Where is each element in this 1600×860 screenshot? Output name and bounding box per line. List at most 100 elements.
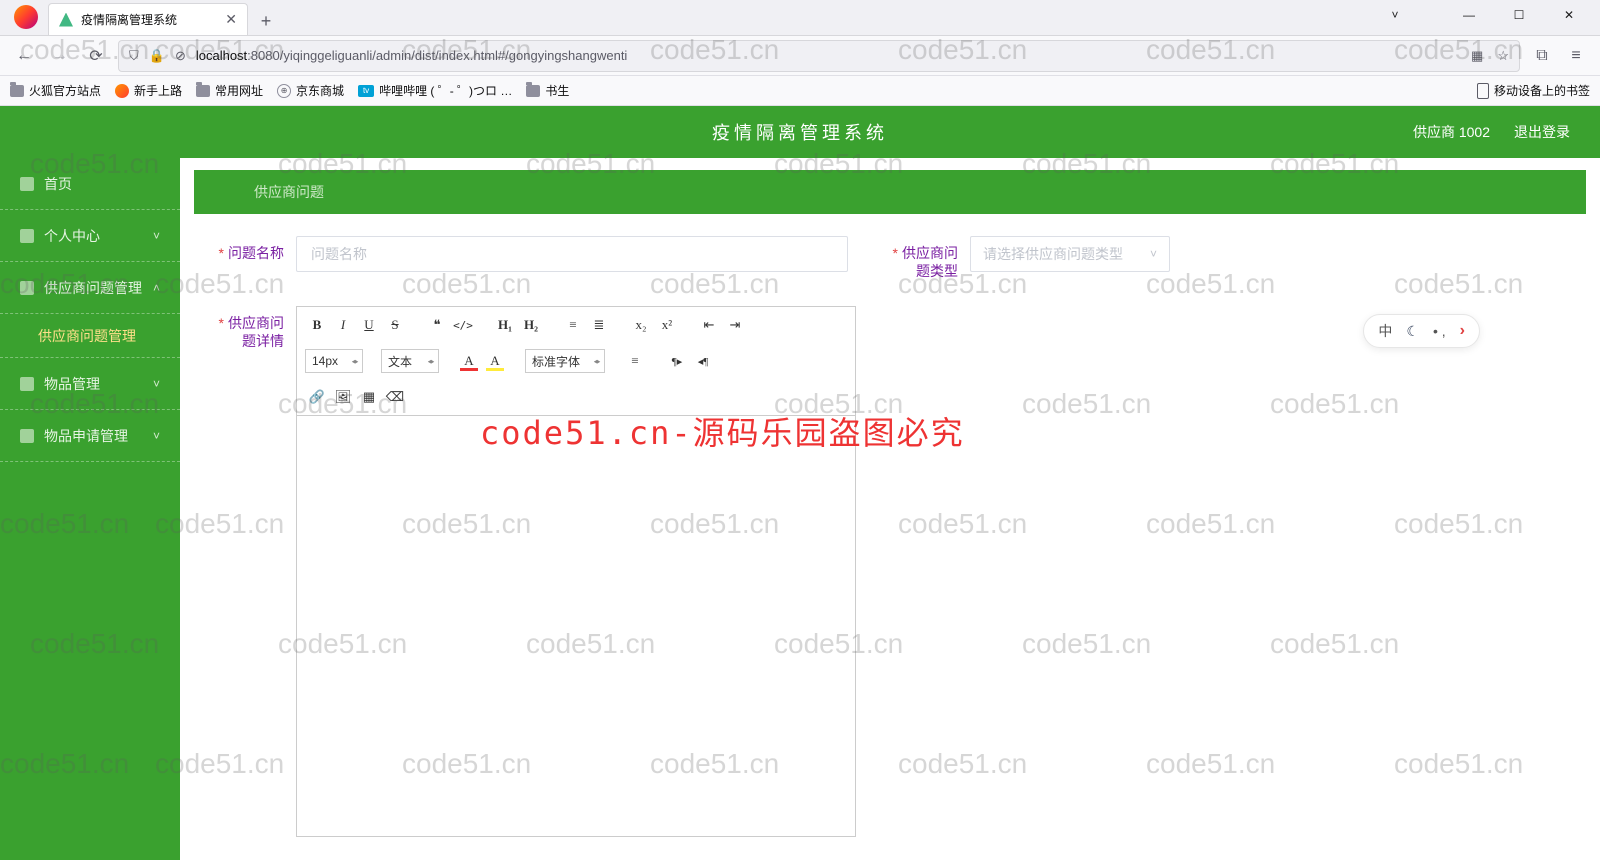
editor-strike-button[interactable]: S xyxy=(383,313,407,337)
field-label-question-name: *问题名称 xyxy=(204,236,284,262)
bookmark-firefox-official[interactable]: 火狐官方站点 xyxy=(10,82,101,99)
new-tab-button[interactable]: + xyxy=(252,7,280,35)
editor-text-color-button[interactable]: A xyxy=(457,349,481,373)
chevron-down-icon: ˅ xyxy=(153,429,160,443)
chevron-right-icon[interactable]: › xyxy=(1460,322,1465,340)
editor-indent-button[interactable]: ⇥ xyxy=(723,313,747,337)
editor-h2-button[interactable]: H₂ xyxy=(519,313,543,337)
editor-quote-button[interactable]: ❝ xyxy=(425,313,449,337)
editor-underline-button[interactable]: U xyxy=(357,313,381,337)
sidebar-item-label: 个人中心 xyxy=(44,226,100,246)
window-close-button[interactable]: ✕ xyxy=(1546,1,1592,29)
editor-bg-color-button[interactable]: A xyxy=(483,349,507,373)
bookmark-common-sites[interactable]: 常用网址 xyxy=(196,82,263,99)
window-minimize-button[interactable]: — xyxy=(1446,1,1492,29)
sidebar-item-goods-apply-mgmt[interactable]: 物品申请管理 ˅ xyxy=(0,410,180,462)
sidebar-item-goods-mgmt[interactable]: 物品管理 ˅ xyxy=(0,358,180,410)
lock-icon: 🔒 xyxy=(149,48,165,64)
form-area: *问题名称 *供应商问 题类型 请选择供应商问题类型 ˅ xyxy=(194,214,1586,837)
window-chevron-icon[interactable]: ˅ xyxy=(1372,1,1418,29)
globe-icon: ⊕ xyxy=(277,84,291,98)
box-icon xyxy=(20,377,34,391)
tab-title: 疫情隔离管理系统 xyxy=(81,11,177,28)
required-star-icon: * xyxy=(219,245,224,261)
required-star-icon: * xyxy=(219,315,224,331)
bookmarks-bar: 火狐官方站点 新手上路 常用网址 ⊕京东商城 tv哔哩哔哩 ( ゜- ゜)つロ … xyxy=(0,76,1600,106)
sidebar-item-supplier-question-mgmt[interactable]: 供应商问题管理 ˄ xyxy=(0,262,180,314)
sidebar-item-label: 物品管理 xyxy=(44,374,100,394)
nav-back-button[interactable]: ← xyxy=(10,42,38,70)
logout-link[interactable]: 退出登录 xyxy=(1514,122,1570,142)
tab-close-icon[interactable]: ✕ xyxy=(225,11,237,28)
url-bar[interactable]: ⛉ 🔒 ⊘ localhost:8080/yiqinggeliguanli/ad… xyxy=(118,40,1520,72)
editor-clear-format-button[interactable]: ⌫ xyxy=(383,385,407,409)
editor-video-button[interactable]: ▦ xyxy=(357,385,381,409)
editor-bold-button[interactable]: B xyxy=(305,313,329,337)
select-placeholder: 请选择供应商问题类型 xyxy=(983,244,1123,264)
editor-font-size-select[interactable]: 14px xyxy=(305,349,363,373)
editor-ltr-button[interactable]: ¶▸ xyxy=(665,349,689,373)
chevron-down-icon: ˅ xyxy=(153,229,160,243)
editor-font-family-select[interactable]: 标准字体 xyxy=(525,349,605,373)
moon-icon: ☾ xyxy=(1406,323,1419,340)
ime-indicator[interactable]: 中 ☾ • , › xyxy=(1363,314,1480,348)
editor-codeblock-button[interactable]: </> xyxy=(451,313,475,337)
home-icon xyxy=(20,177,34,191)
bookmark-star-icon[interactable]: ☆ xyxy=(1497,48,1509,64)
bookmark-jd[interactable]: ⊕京东商城 xyxy=(277,82,344,99)
sidebar-subitem-supplier-question-mgmt[interactable]: 供应商问题管理 xyxy=(0,314,180,358)
window-maximize-button[interactable]: ☐ xyxy=(1496,1,1542,29)
editor-link-button[interactable]: 🔗 xyxy=(305,385,329,409)
sidebar: 首页 个人中心 ˅ 供应商问题管理 ˄ 供应商问题管理 物品管理 ˅ xyxy=(0,158,180,860)
extensions-icon[interactable]: ⧉ xyxy=(1528,42,1556,70)
field-label-question-detail: *供应商问 题详情 xyxy=(204,306,284,350)
breadcrumb: 供应商问题 xyxy=(194,170,1586,214)
firefox-icon xyxy=(115,84,129,98)
nav-forward-button[interactable]: → xyxy=(46,42,74,70)
editor-image-button[interactable]: 🖼 xyxy=(331,385,355,409)
sidebar-item-label: 供应商问题管理 xyxy=(38,326,136,346)
folder-icon xyxy=(10,85,24,97)
user-icon xyxy=(20,229,34,243)
bilibili-icon: tv xyxy=(358,85,374,97)
question-name-input[interactable] xyxy=(296,236,848,272)
editor-align-button[interactable]: ≡ xyxy=(623,349,647,373)
bookmark-getting-started[interactable]: 新手上路 xyxy=(115,82,182,99)
chevron-down-icon: ˅ xyxy=(153,377,160,391)
rich-text-editor: B I U S ❝ </> H₁ H₂ xyxy=(296,306,856,837)
editor-toolbar: B I U S ❝ </> H₁ H₂ xyxy=(297,307,855,416)
bookmark-mobile-devices[interactable]: 移动设备上的书签 xyxy=(1477,82,1590,99)
folder-icon xyxy=(196,85,210,97)
bookmark-shusheng[interactable]: 书生 xyxy=(526,82,569,99)
nav-reload-button[interactable]: ⟳ xyxy=(82,42,110,70)
url-text: localhost:8080/yiqinggeliguanli/admin/di… xyxy=(196,48,627,63)
editor-superscript-button[interactable]: x² xyxy=(655,313,679,337)
form-icon xyxy=(20,429,34,443)
editor-italic-button[interactable]: I xyxy=(331,313,355,337)
editor-ordered-list-button[interactable]: ≡ xyxy=(561,313,585,337)
editor-outdent-button[interactable]: ⇤ xyxy=(697,313,721,337)
question-type-select[interactable]: 请选择供应商问题类型 ˅ xyxy=(970,236,1170,272)
editor-subscript-button[interactable]: x₂ xyxy=(629,313,653,337)
ime-dots-icon: • , xyxy=(1433,323,1446,339)
vue-favicon-icon xyxy=(59,13,73,27)
chevron-down-icon: ˅ xyxy=(1150,247,1157,261)
sidebar-item-label: 首页 xyxy=(44,174,72,194)
field-question-name: *问题名称 xyxy=(204,236,848,272)
browser-tab[interactable]: 疫情隔离管理系统 ✕ xyxy=(48,3,248,35)
browser-toolbar: ← → ⟳ ⛉ 🔒 ⊘ localhost:8080/yiqinggeligua… xyxy=(0,36,1600,76)
browser-tab-bar: 疫情隔离管理系统 ✕ + ˅ — ☐ ✕ xyxy=(0,0,1600,36)
editor-format-select[interactable]: 文本 xyxy=(381,349,439,373)
editor-unordered-list-button[interactable]: ≣ xyxy=(587,313,611,337)
sidebar-item-label: 供应商问题管理 xyxy=(44,278,142,298)
editor-content-area[interactable] xyxy=(297,416,855,836)
bookmark-bilibili[interactable]: tv哔哩哔哩 ( ゜- ゜)つロ … xyxy=(358,82,512,99)
editor-h1-button[interactable]: H₁ xyxy=(493,313,517,337)
mobile-device-icon xyxy=(1477,83,1489,99)
sidebar-item-profile[interactable]: 个人中心 ˅ xyxy=(0,210,180,262)
sidebar-item-home[interactable]: 首页 xyxy=(0,158,180,210)
qr-icon[interactable]: ▦ xyxy=(1471,48,1483,64)
app-header: 疫情隔离管理系统 供应商 1002 退出登录 xyxy=(0,106,1600,158)
editor-rtl-button[interactable]: ◂¶ xyxy=(691,349,715,373)
app-menu-icon[interactable]: ≡ xyxy=(1562,42,1590,70)
